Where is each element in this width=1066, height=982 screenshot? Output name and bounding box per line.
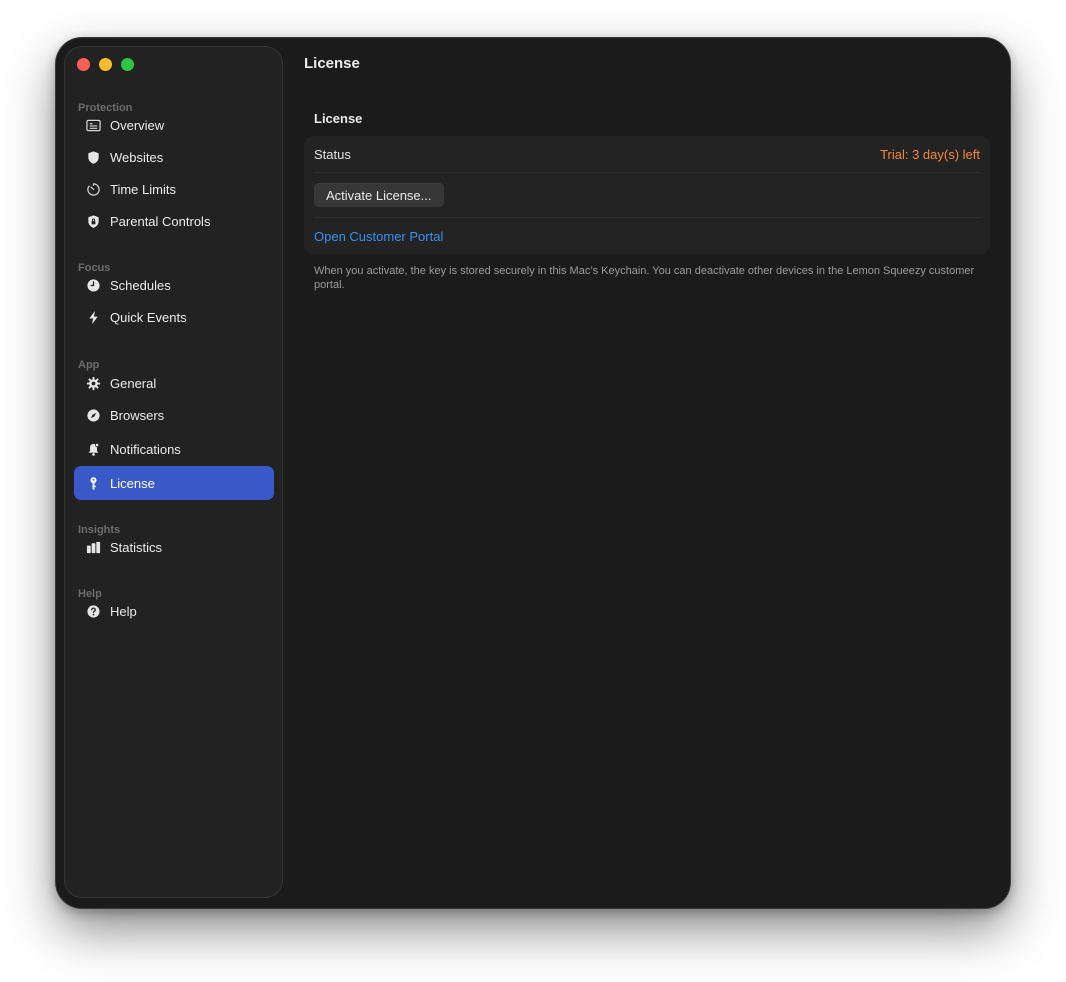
sidebar-item-label: License: [110, 475, 155, 491]
chart-icon: [85, 539, 101, 555]
sidebar-item-help[interactable]: Help: [74, 595, 274, 627]
question-icon: [85, 603, 101, 619]
sidebar-item-parental-controls[interactable]: Parental Controls: [74, 205, 274, 237]
sidebar-item-label: General: [110, 375, 157, 391]
sidebar-item-license[interactable]: License: [74, 466, 274, 500]
window-controls: [77, 58, 134, 71]
sidebar-item-label: Websites: [110, 149, 164, 165]
footnote: When you activate, the key is stored sec…: [314, 265, 975, 291]
sidebar-item-label: Browsers: [110, 407, 165, 423]
sidebar-item-general[interactable]: General: [74, 367, 274, 399]
page-title: License: [304, 55, 360, 72]
sidebar-item-label: Statistics: [110, 539, 163, 555]
overview-icon: [85, 117, 101, 133]
bell-icon: [85, 441, 101, 457]
sidebar-item-browsers[interactable]: Browsers: [74, 399, 274, 431]
clock-icon: [85, 277, 101, 293]
minimize-window-button[interactable]: [99, 58, 112, 71]
key-icon: [85, 475, 101, 491]
row-divider: [314, 217, 980, 218]
sidebar-item-label: Quick Events: [110, 309, 187, 325]
sidebar-item-websites[interactable]: Websites: [74, 141, 274, 173]
sidebar: Protection Overview Websites Time Limits…: [64, 46, 283, 898]
sidebar-item-label: Overview: [110, 117, 165, 133]
shield-lock-icon: [85, 213, 101, 229]
shield-icon: [85, 149, 101, 165]
app-window: Protection Overview Websites Time Limits…: [56, 38, 1010, 908]
zoom-window-button[interactable]: [121, 58, 134, 71]
sidebar-item-overview[interactable]: Overview: [74, 109, 274, 141]
sidebar-item-time-limits[interactable]: Time Limits: [74, 173, 274, 205]
bolt-icon: [85, 309, 101, 325]
license-panel: Status Trial: 3 day(s) left Activate Lic…: [304, 136, 990, 254]
sidebar-item-label: Time Limits: [110, 181, 176, 197]
timer-icon: [85, 181, 101, 197]
status-badge: Trial: 3 day(s) left: [880, 147, 980, 162]
gear-icon: [85, 375, 101, 391]
sidebar-item-label: Schedules: [110, 277, 171, 293]
sidebar-item-quick-events[interactable]: Quick Events: [74, 301, 274, 333]
compass-icon: [85, 407, 101, 423]
status-label: Status: [314, 147, 351, 162]
group-title: License: [314, 111, 363, 126]
sidebar-item-notifications[interactable]: Notifications: [74, 433, 274, 465]
sidebar-item-schedules[interactable]: Schedules: [74, 269, 274, 301]
sidebar-item-label: Help: [110, 603, 137, 619]
close-window-button[interactable]: [77, 58, 90, 71]
sidebar-item-statistics[interactable]: Statistics: [74, 531, 274, 563]
row-divider: [314, 172, 980, 173]
activate-license-button[interactable]: Activate License...: [314, 183, 444, 207]
open-customer-portal-link[interactable]: Open Customer Portal: [314, 229, 443, 244]
sidebar-item-label: Parental Controls: [110, 213, 211, 229]
sidebar-item-label: Notifications: [110, 441, 181, 457]
